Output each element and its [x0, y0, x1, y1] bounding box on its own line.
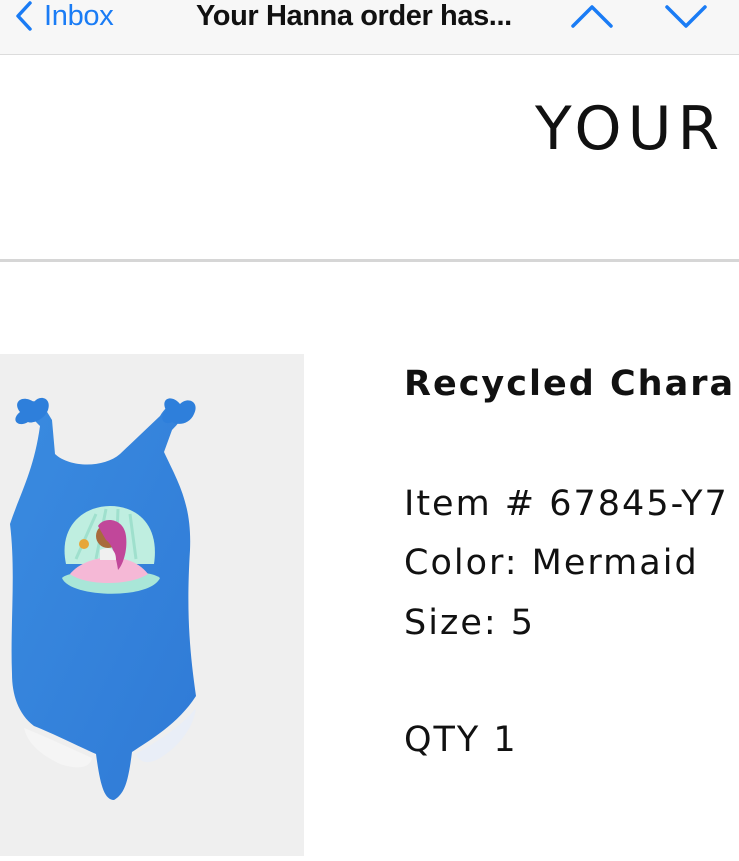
previous-message-button[interactable] — [570, 0, 614, 37]
back-label: Inbox — [44, 0, 114, 32]
message-subject-title: Your Hanna order has... — [196, 0, 512, 32]
chevron-left-icon — [14, 0, 34, 32]
swimsuit-illustration — [10, 397, 196, 800]
product-item-number: Item # 67845-Y7 — [404, 484, 729, 524]
product-name[interactable]: Recycled Chara — [404, 360, 735, 408]
product-quantity: QTY 1 — [404, 720, 518, 760]
mail-nav-bar: Inbox Your Hanna order has... — [0, 0, 739, 55]
chevron-up-icon — [570, 5, 614, 36]
product-size: Size: 5 — [404, 603, 536, 643]
next-message-button[interactable] — [664, 0, 708, 37]
section-divider — [0, 259, 739, 262]
chevron-down-icon — [664, 5, 708, 36]
back-to-inbox-button[interactable]: Inbox — [14, 0, 114, 32]
product-color: Color: Mermaid — [404, 543, 699, 583]
product-image[interactable] — [0, 354, 304, 856]
email-heading: YOUR — [535, 94, 726, 164]
